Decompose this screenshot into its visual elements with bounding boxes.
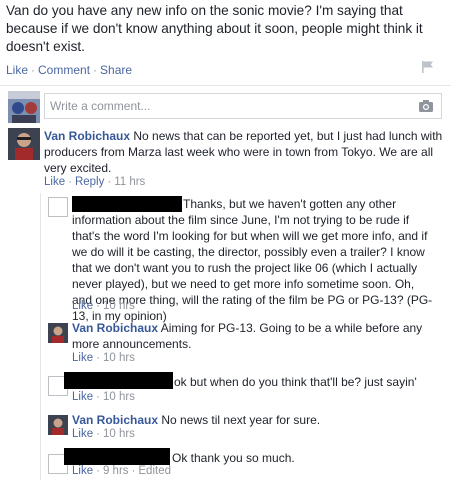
like-button[interactable]: Like xyxy=(72,428,93,440)
flag-icon[interactable] xyxy=(421,60,435,74)
like-button[interactable]: Like xyxy=(6,63,28,77)
reply-meta: Like · 10 hrs xyxy=(72,352,135,364)
avatar xyxy=(48,197,68,217)
redacted-name xyxy=(64,372,173,389)
avatar xyxy=(8,91,40,123)
timestamp: 10 hrs xyxy=(102,428,135,440)
reply: ok but when do you think that'll be? jus… xyxy=(174,374,444,390)
reply-meta: Like · 9 hrs · Edited xyxy=(72,465,171,477)
comment-composer[interactable] xyxy=(44,93,442,119)
reply-button[interactable]: Reply xyxy=(75,176,104,188)
timestamp: 10 hrs xyxy=(102,352,135,364)
like-button[interactable]: Like xyxy=(72,391,93,403)
post-text: Van do you have any new info on the soni… xyxy=(6,3,423,54)
avatar[interactable] xyxy=(48,323,68,343)
thread-line xyxy=(40,193,41,480)
comment: Van Robichaux No news that can be report… xyxy=(44,128,444,176)
share-button[interactable]: Share xyxy=(100,63,132,77)
reply-author[interactable]: Van Robichaux xyxy=(72,321,158,335)
comment-button[interactable]: Comment xyxy=(38,63,90,77)
divider xyxy=(0,85,451,86)
post-actions: Like · Comment · Share xyxy=(6,63,133,77)
reply-author[interactable]: Van Robichaux xyxy=(72,413,158,427)
avatar[interactable] xyxy=(8,128,40,160)
reply: Ok thank you so much. xyxy=(172,450,442,466)
reply-meta: Like · 10 hrs xyxy=(72,300,135,312)
reply: Van Robichaux Aiming for PG-13. Going to… xyxy=(72,320,432,352)
timestamp: 11 hrs xyxy=(114,176,146,188)
reply-meta: Like · 10 hrs xyxy=(72,428,135,440)
timestamp: 10 hrs xyxy=(102,391,135,403)
reply-text: ok but when do you think that'll be? jus… xyxy=(174,375,417,389)
like-button[interactable]: Like xyxy=(72,300,93,312)
timestamp: 9 hrs xyxy=(102,465,129,477)
like-button[interactable]: Like xyxy=(72,352,93,364)
comment-author[interactable]: Van Robichaux xyxy=(44,129,130,143)
reply-text: No news til next year for sure. xyxy=(161,413,321,427)
reply-meta: Like · 10 hrs xyxy=(72,391,135,403)
avatar[interactable] xyxy=(48,415,68,435)
reply: Van Robichaux No news til next year for … xyxy=(72,412,432,428)
comment-meta: Like · Reply · 11 hrs xyxy=(44,176,146,188)
timestamp: 10 hrs xyxy=(102,300,135,312)
comment-input[interactable] xyxy=(45,94,405,118)
redacted-name xyxy=(64,448,170,465)
reply-text: Ok thank you so much. xyxy=(172,451,295,465)
camera-icon[interactable] xyxy=(418,99,434,113)
like-button[interactable]: Like xyxy=(44,176,65,188)
edited-label[interactable]: Edited xyxy=(138,465,171,477)
like-button[interactable]: Like xyxy=(72,465,93,477)
